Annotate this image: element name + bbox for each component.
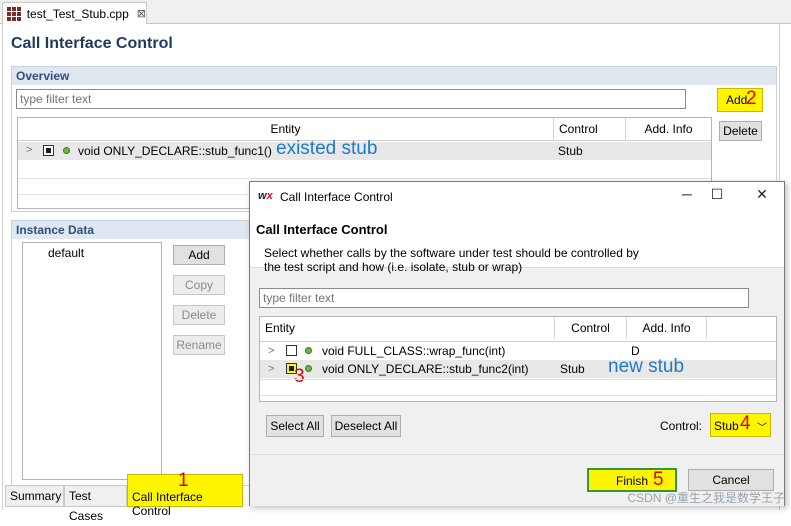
table-row[interactable]: > void ONLY_DECLARE::stub_func2(int) Stu… (260, 356, 776, 387)
watermark: CSDN @重生之我是数学王子 (627, 491, 785, 505)
instance-list: default (22, 242, 162, 480)
entity-control: Stub (558, 144, 583, 158)
column-header-add-info[interactable]: Add. Info (627, 317, 707, 339)
dialog-heading: Call Interface Control (256, 222, 388, 237)
dialog-description: Select whether calls by the software und… (264, 246, 664, 274)
dialog-description-line-1: Select whether calls by the software und… (264, 246, 639, 260)
rename-instance-button[interactable]: Rename (173, 335, 225, 355)
call-interface-control-dialog: wx Call Interface Control ─ ☐ ✕ Call Int… (249, 181, 785, 506)
column-header-control[interactable]: Control (554, 118, 626, 140)
page-title: Call Interface Control (11, 35, 173, 52)
table-row[interactable]: > void ONLY_DECLARE::stub_func1() Stub e… (18, 138, 711, 160)
function-status-icon (63, 147, 70, 154)
entity-name: void ONLY_DECLARE::stub_func1() (78, 144, 272, 158)
new-stub-annotation: new stub (608, 356, 685, 377)
checkbox[interactable] (43, 145, 54, 156)
delete-instance-button[interactable]: Delete (173, 305, 225, 325)
test-file-icon (7, 6, 21, 21)
step-marker-2: 2 (746, 88, 757, 109)
step-marker-3: 3 (294, 366, 305, 387)
existed-stub-annotation: existed stub (276, 138, 378, 159)
overview-filter-input[interactable] (16, 89, 686, 109)
dialog-header-area: Call Interface Control Select whether ca… (250, 212, 784, 274)
entity-name: void FULL_CLASS::wrap_func(int) (322, 344, 506, 358)
chevron-down-icon: ﹀ (757, 423, 767, 434)
control-label: Control: (660, 419, 703, 433)
column-header-control[interactable]: Control (555, 317, 627, 339)
dialog-filter-input[interactable] (259, 288, 749, 308)
deselect-all-button[interactable]: Deselect All (331, 415, 401, 437)
tab-summary[interactable]: Summary (5, 485, 64, 507)
copy-instance-button[interactable]: Copy (173, 275, 225, 295)
close-icon[interactable]: ✕ (747, 186, 777, 203)
function-status-icon (305, 365, 312, 372)
tab-call-interface-control-label: Call Interface Control (132, 490, 203, 518)
entity-name: void ONLY_DECLARE::stub_func2(int) (322, 362, 529, 376)
instance-data-header: Instance Data (12, 221, 250, 239)
function-status-icon (305, 347, 312, 354)
chevron-right-icon[interactable]: > (268, 345, 274, 357)
step-marker-1: 1 (178, 470, 189, 491)
add-instance-button[interactable]: Add (173, 245, 225, 265)
column-header-add-info[interactable]: Add. Info (626, 118, 711, 140)
step-marker-5: 5 (653, 469, 664, 490)
editor-tab-label: test_Test_Stub.cpp (26, 6, 129, 21)
dialog-entity-table: Entity Control Add. Info > void FULL_CLA… (259, 316, 777, 402)
select-all-button[interactable]: Select All (266, 415, 324, 437)
table-row[interactable]: > void FULL_CLASS::wrap_func(int) D (260, 342, 776, 360)
column-header-entity[interactable]: Entity (18, 118, 554, 140)
editor-tab[interactable]: test_Test_Stub.cpp ⊠ (2, 2, 147, 24)
finish-button-label: Finish (615, 474, 648, 488)
list-item[interactable]: default (48, 246, 84, 260)
column-header-entity[interactable]: Entity (260, 317, 555, 339)
chevron-right-icon[interactable]: > (26, 144, 32, 156)
tab-test-cases[interactable]: Test Cases (64, 485, 127, 523)
step-marker-4: 4 (740, 413, 751, 434)
overview-header: Overview (12, 67, 776, 85)
dialog-titlebar: wx Call Interface Control ─ ☐ ✕ (250, 182, 784, 212)
delete-button[interactable]: Delete (719, 121, 762, 141)
minimize-icon[interactable]: ─ (672, 186, 702, 202)
app-logo-icon: wx (258, 190, 273, 202)
cancel-button[interactable]: Cancel (688, 469, 774, 491)
entity-control: Stub (560, 362, 585, 376)
instance-data-section: Instance Data default Add Copy Delete Re… (11, 220, 251, 486)
control-select-value: Stub (714, 419, 739, 433)
dialog-description-line-2: the test script and how (i.e. isolate, s… (264, 260, 523, 274)
dialog-window-title: Call Interface Control (280, 190, 393, 204)
checkbox[interactable] (286, 345, 297, 356)
close-tab-icon[interactable]: ⊠ (137, 7, 146, 20)
maximize-icon[interactable]: ☐ (702, 186, 732, 203)
chevron-right-icon[interactable]: > (268, 363, 274, 375)
